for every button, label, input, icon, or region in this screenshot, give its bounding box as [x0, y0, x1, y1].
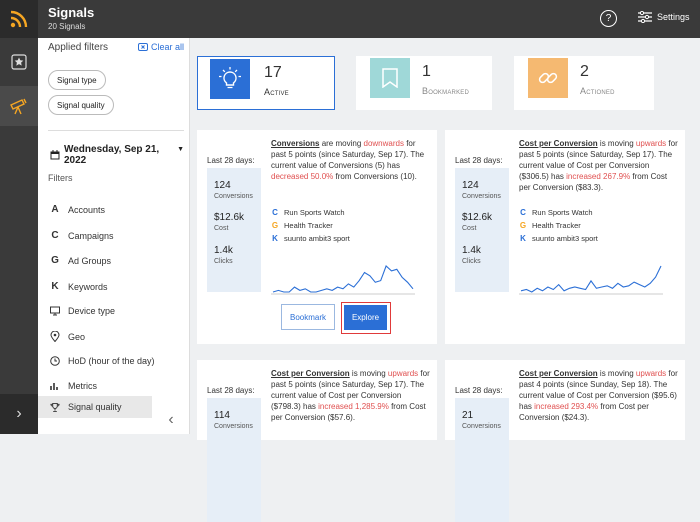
metrics-icon	[50, 383, 58, 390]
campaign-icon: C	[272, 208, 278, 217]
ad-groups-icon: G	[51, 255, 59, 266]
active-count: 17	[264, 64, 282, 81]
date-picker[interactable]: Wednesday, Sep 21, 2022 ▼	[50, 144, 184, 166]
expand-chevron-icon[interactable]: ›	[0, 394, 38, 434]
metric-summary: 124 Conversions $12.6k Cost 1.4k Clicks	[455, 168, 509, 292]
signal-card: Last 28 days: 124 Conversions $12.6k Cos…	[445, 130, 685, 344]
filter-pill-signal-quality[interactable]: Signal quality	[48, 95, 114, 115]
filter-item-accounts[interactable]: A Accounts	[50, 204, 105, 215]
ad-group-icon: G	[519, 221, 527, 230]
stat-card-bookmarked[interactable]: 1 Bookmarked	[356, 56, 492, 110]
metric-link[interactable]: Cost per Conversion	[519, 139, 598, 148]
sliders-icon	[638, 11, 652, 23]
top-bar: Signals 20 Signals ? Settings	[38, 0, 700, 38]
period-label: Last 28 days:	[207, 386, 255, 395]
filter-item-signal-quality[interactable]: Signal quality	[38, 396, 152, 418]
signal-card: Last 28 days: 21 Conversions Cost per Co…	[445, 360, 685, 522]
clock-icon	[50, 356, 60, 366]
actioned-link-icon	[528, 58, 568, 98]
sparkline-series	[272, 265, 414, 293]
calendar-icon	[50, 150, 60, 160]
applied-filters-label: Applied filters	[48, 42, 109, 53]
actioned-count: 2	[580, 63, 589, 80]
signal-description: Conversions are moving downwards for pas…	[271, 139, 425, 181]
divider	[48, 130, 184, 131]
rss-logo-icon	[0, 0, 38, 38]
metric-summary: 114 Conversions	[207, 398, 261, 522]
filter-item-ad-groups[interactable]: G Ad Groups	[50, 255, 111, 266]
campaign-icon: C	[520, 208, 526, 217]
device-icon	[50, 306, 60, 316]
period-label: Last 28 days:	[455, 386, 503, 395]
signal-count: 20 Signals	[48, 22, 86, 31]
signal-description: Cost per Conversion is moving upwards fo…	[519, 139, 678, 192]
sparkline-chart	[519, 265, 663, 295]
campaigns-icon: C	[51, 230, 59, 241]
active-label: Active	[264, 87, 289, 97]
ad-group-item[interactable]: G Health Tracker	[519, 219, 598, 232]
clear-all-button[interactable]: Clear all	[138, 42, 184, 52]
filter-item-device-type[interactable]: Device type	[50, 306, 115, 316]
signal-description: Cost per Conversion is moving upwards fo…	[519, 369, 678, 422]
location-pin-icon	[50, 331, 60, 342]
explore-highlight: Explore	[341, 302, 391, 334]
stat-card-active[interactable]: 17 Active	[197, 56, 335, 110]
sparkline-chart	[271, 265, 415, 295]
filter-item-geo[interactable]: Geo	[50, 331, 85, 342]
trophy-icon	[50, 402, 60, 412]
metric-summary: 21 Conversions	[455, 398, 509, 522]
keyword-icon: K	[272, 234, 278, 243]
accounts-icon: A	[51, 204, 59, 215]
bookmarked-label: Bookmarked	[422, 86, 470, 96]
filter-item-metrics[interactable]: Metrics	[50, 381, 97, 391]
filter-sidebar: Applied filters Clear all Signal type Si…	[38, 38, 190, 434]
signal-card: Last 28 days: 124 Conversions $12.6k Cos…	[197, 130, 437, 344]
settings-label: Settings	[657, 12, 690, 22]
favorites-star-icon[interactable]	[0, 42, 38, 82]
related-entities: C Run Sports Watch G Health Tracker Ksuunt…	[271, 206, 350, 245]
telescope-icon[interactable]	[0, 86, 38, 126]
stat-card-actioned[interactable]: 2 Actioned	[514, 56, 654, 110]
collapse-sidebar-chevron-icon[interactable]: ‹	[152, 406, 190, 434]
signal-card: Last 28 days: 114 Conversions Cost per C…	[197, 360, 437, 522]
help-icon[interactable]: ?	[600, 10, 617, 27]
keywords-icon: K	[51, 281, 59, 292]
page-title: Signals	[48, 5, 95, 20]
campaign-item[interactable]: C Run Sports Watch	[519, 206, 598, 219]
bookmark-icon	[370, 58, 410, 98]
sparkline-series	[520, 265, 662, 293]
app-rail: ›	[0, 0, 38, 434]
metric-summary: 124 Conversions $12.6k Cost 1.4k Clicks	[207, 168, 261, 292]
filter-item-hod[interactable]: HoD (hour of the day)	[50, 356, 155, 366]
explore-button[interactable]: Explore	[344, 305, 387, 330]
filters-label: Filters	[48, 173, 73, 183]
ad-group-item[interactable]: G Health Tracker	[271, 219, 350, 232]
bookmark-button[interactable]: Bookmark	[281, 304, 335, 330]
metric-link[interactable]: Conversions	[271, 139, 319, 148]
keyword-item[interactable]: Ksuunto ambit3 sport	[271, 232, 350, 245]
metric-link[interactable]: Cost per Conversion	[271, 369, 350, 378]
period-label: Last 28 days:	[455, 156, 503, 165]
lightbulb-icon	[210, 59, 250, 99]
campaign-item[interactable]: C Run Sports Watch	[271, 206, 350, 219]
settings-button[interactable]: Settings	[638, 11, 690, 23]
chevron-down-icon: ▼	[177, 146, 184, 153]
ad-group-icon: G	[271, 221, 279, 230]
signal-description: Cost per Conversion is moving upwards fo…	[271, 369, 430, 422]
bookmarked-count: 1	[422, 63, 431, 80]
filter-item-campaigns[interactable]: C Campaigns	[50, 230, 113, 241]
clear-filter-icon	[138, 43, 148, 51]
metric-link[interactable]: Cost per Conversion	[519, 369, 598, 378]
filter-item-keywords[interactable]: K Keywords	[50, 281, 107, 292]
period-label: Last 28 days:	[207, 156, 255, 165]
actioned-label: Actioned	[580, 86, 615, 96]
filter-pill-signal-type[interactable]: Signal type	[48, 70, 106, 90]
keyword-icon: K	[520, 234, 526, 243]
keyword-item[interactable]: Ksuunto ambit3 sport	[519, 232, 598, 245]
related-entities: C Run Sports Watch G Health Tracker Ksuunt…	[519, 206, 598, 245]
